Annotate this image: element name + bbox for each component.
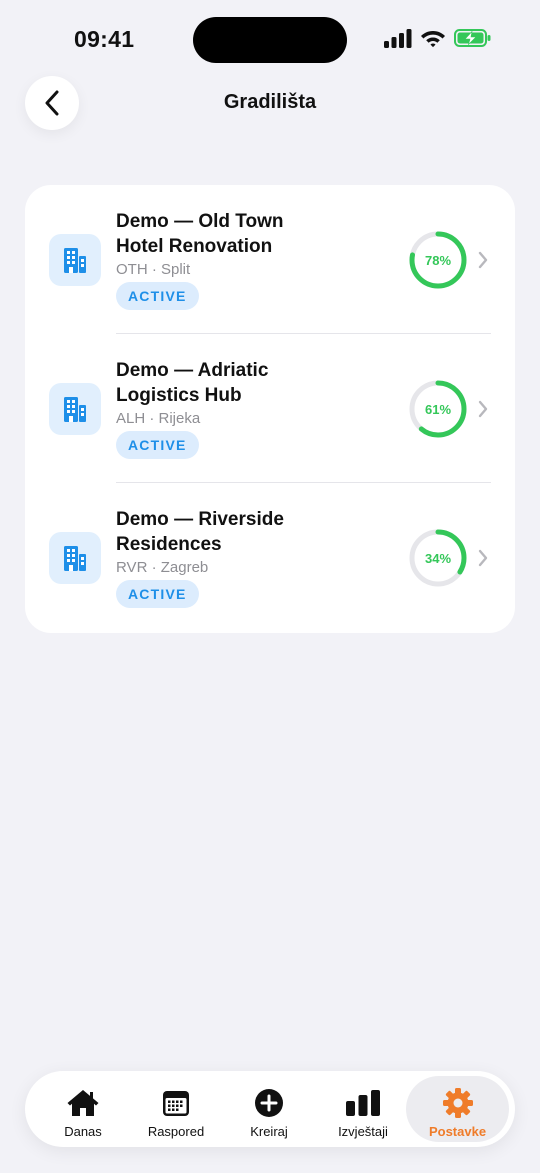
progress-label: 61%: [424, 401, 452, 417]
site-name: Demo — Old Town Hotel Renovation: [116, 211, 284, 257]
sites-card: Demo — Old Town Hotel Renovation OTH · S…: [25, 185, 515, 633]
tab-postavke[interactable]: Postavke: [406, 1076, 509, 1142]
site-name: Demo — Riverside Residences: [116, 509, 284, 555]
tab-izvjestaji[interactable]: Izvještaji: [316, 1076, 410, 1142]
plus-circle-icon: [255, 1089, 283, 1117]
building-icon: [64, 248, 86, 273]
tab-label: Danas: [64, 1124, 102, 1139]
site-code-city: RVR · Zagreb: [116, 559, 209, 576]
screen: 09:41 Gradilišta Demo — Old Town Hotel R…: [0, 0, 540, 1173]
site-icon-tile: [49, 383, 101, 435]
chevron-right-icon: [478, 549, 488, 567]
site-row-oth[interactable]: Demo — Old Town Hotel Renovation OTH · S…: [25, 185, 515, 334]
site-name: Demo — Adriatic Logistics Hub: [116, 360, 269, 406]
progress-label: 78%: [424, 252, 452, 268]
chevron-right-icon: [478, 400, 488, 418]
site-code-city: OTH · Split: [116, 261, 191, 278]
site-row-alh[interactable]: Demo — Adriatic Logistics Hub ALH · Rije…: [25, 334, 515, 483]
gear-icon: [442, 1088, 473, 1118]
calendar-icon: [163, 1091, 189, 1116]
tab-kreiraj[interactable]: Kreiraj: [222, 1076, 316, 1142]
site-row-rvr[interactable]: Demo — Riverside Residences RVR · Zagreb…: [25, 483, 515, 632]
wifi-icon: [421, 31, 445, 48]
tab-label: Raspored: [147, 1124, 205, 1139]
tab-label: Izvještaji: [338, 1124, 388, 1139]
page-title: Gradilišta: [223, 91, 317, 113]
tab-label: Postavke: [428, 1124, 487, 1139]
site-icon-tile: [49, 234, 101, 286]
dynamic-island: [193, 17, 347, 63]
progress-label: 34%: [424, 550, 452, 566]
battery-charging-icon: [454, 29, 491, 47]
status-badge: ACTIVE: [116, 282, 199, 310]
building-icon: [64, 546, 86, 571]
status-time: 09:41: [74, 26, 135, 52]
cellular-signal-icon: [384, 29, 412, 48]
tab-bar: Danas Raspored Kreiraj Izvještaji Postav…: [25, 1071, 515, 1147]
status-bar: 09:41: [0, 0, 540, 80]
status-icons: [384, 28, 492, 48]
tab-raspored[interactable]: Raspored: [129, 1076, 223, 1142]
building-icon: [64, 397, 86, 422]
house-icon: [67, 1090, 99, 1116]
site-icon-tile: [49, 532, 101, 584]
status-badge: ACTIVE: [116, 580, 199, 608]
site-code-city: ALH · Rijeka: [116, 410, 201, 427]
tab-label: Kreiraj: [250, 1124, 288, 1139]
tab-danas[interactable]: Danas: [36, 1076, 130, 1142]
bar-chart-icon: [346, 1090, 380, 1116]
chevron-right-icon: [478, 251, 488, 269]
status-badge: ACTIVE: [116, 431, 199, 459]
